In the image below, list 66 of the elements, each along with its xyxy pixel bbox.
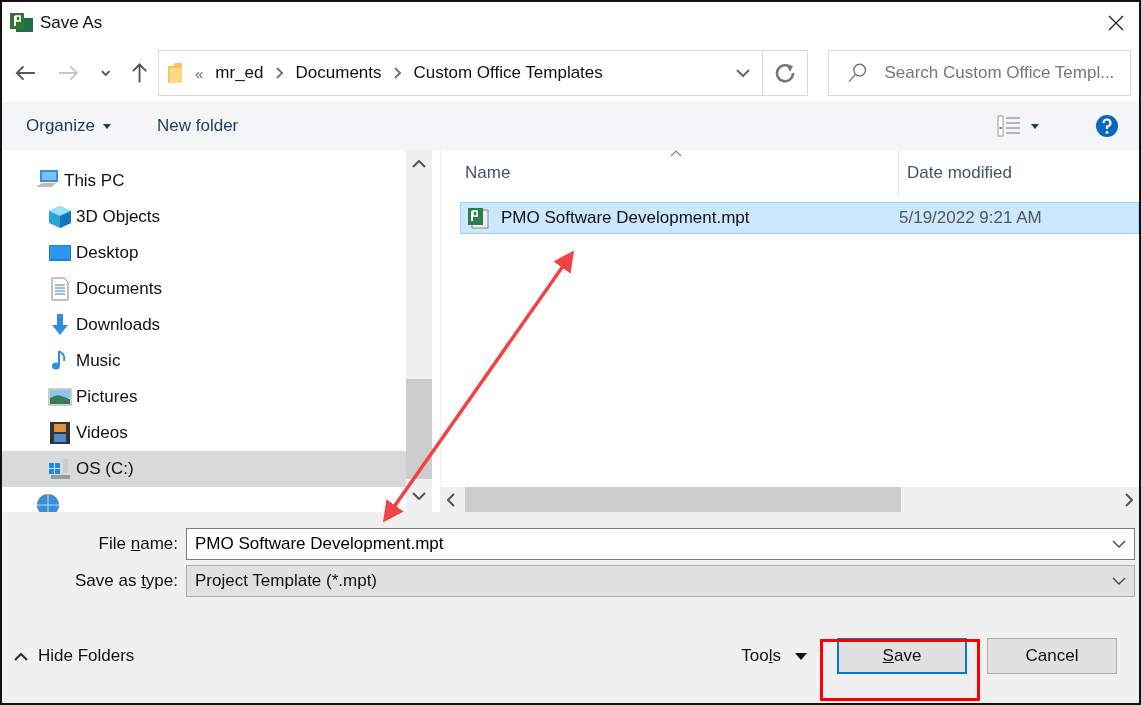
close-icon[interactable]	[1107, 14, 1125, 32]
chevron-down-icon	[1112, 540, 1126, 548]
vertical-scrollbar[interactable]	[406, 150, 432, 512]
drive-icon	[48, 457, 72, 481]
chevron-down-icon	[1112, 577, 1126, 585]
caret-icon	[103, 123, 111, 129]
caret-icon[interactable]	[1031, 123, 1039, 129]
breadcrumb-separator-icon	[393, 67, 402, 79]
cube-icon	[48, 205, 72, 229]
breadcrumb[interactable]: mr_ed	[215, 63, 264, 83]
sidebar-item[interactable]: This PC	[2, 163, 406, 199]
sort-ascending-icon	[669, 150, 682, 157]
file-name: PMO Software Development.mpt	[501, 208, 750, 228]
refresh-icon	[775, 63, 795, 83]
caret-icon	[795, 652, 807, 660]
save-button[interactable]: Save	[837, 638, 967, 674]
address-bar[interactable]: « mr_ed Documents Custom Office Templates	[158, 50, 808, 96]
dropdown-chevron-icon[interactable]	[736, 68, 750, 78]
scrollbar-thumb[interactable]	[465, 487, 901, 512]
tools-menu[interactable]: Tools	[741, 646, 807, 666]
scrollbar-thumb[interactable]	[406, 379, 432, 479]
organize-menu[interactable]: Organize	[26, 116, 111, 136]
file-date: 5/19/2022 9:21 AM	[899, 208, 1042, 228]
sidebar-item[interactable]: 3D Objects	[2, 199, 406, 235]
file-name-field[interactable]: PMO Software Development.mpt	[186, 528, 1135, 560]
overflow-chevron[interactable]: «	[195, 64, 204, 82]
hide-folders-button[interactable]: Hide Folders	[14, 646, 135, 666]
project-file-icon	[467, 207, 489, 229]
column-header[interactable]: Date modified	[899, 150, 1139, 196]
app-icon	[10, 12, 34, 34]
scroll-left-icon[interactable]	[447, 492, 455, 507]
search-input[interactable]: Search Custom Office Templ...	[882, 62, 1130, 84]
chevron-down-icon[interactable]	[99, 69, 111, 77]
scroll-right-icon[interactable]	[1125, 492, 1133, 507]
chevron-up-icon	[14, 651, 28, 661]
horizontal-scrollbar[interactable]	[441, 487, 1139, 512]
up-arrow-icon[interactable]	[130, 62, 148, 84]
window-title: Save As	[40, 13, 103, 33]
file-type-dropdown[interactable]: Project Template (*.mpt)	[186, 565, 1135, 597]
sidebar-item[interactable]: Videos	[2, 415, 406, 451]
cancel-button[interactable]: Cancel	[987, 638, 1117, 674]
new-folder-button[interactable]: New folder	[157, 116, 239, 136]
sidebar-item[interactable]: Downloads	[2, 307, 406, 343]
field-label: Save as type:	[73, 571, 178, 591]
landscape-icon	[48, 385, 72, 409]
film-icon	[48, 421, 72, 445]
breadcrumb[interactable]: Custom Office Templates	[413, 63, 603, 83]
breadcrumb-separator-icon	[275, 67, 284, 79]
document-icon	[48, 277, 72, 301]
column-header[interactable]: Name	[441, 150, 899, 196]
sidebar-item[interactable]: Documents	[2, 271, 406, 307]
sidebar-item[interactable]: OS (C:)	[2, 451, 406, 487]
help-icon[interactable]	[1095, 114, 1119, 138]
breadcrumb[interactable]: Documents	[295, 63, 382, 83]
scroll-up-icon[interactable]	[412, 160, 426, 168]
scroll-down-icon[interactable]	[412, 492, 426, 500]
text-input[interactable]: PMO Software Development.mpt	[195, 534, 1112, 554]
field-label: File name:	[97, 534, 178, 554]
sidebar-item[interactable]: Desktop	[2, 235, 406, 271]
file-row[interactable]: PMO Software Development.mpt 5/19/2022 9:21 AM	[460, 202, 1139, 234]
search-icon	[847, 62, 869, 84]
folder-icon	[167, 62, 183, 84]
back-icon[interactable]	[14, 63, 37, 83]
sidebar-item[interactable]: Pictures	[2, 379, 406, 415]
sidebar-item[interactable]: Music	[2, 343, 406, 379]
search-field[interactable]: Search Custom Office Templ...	[828, 50, 1131, 96]
